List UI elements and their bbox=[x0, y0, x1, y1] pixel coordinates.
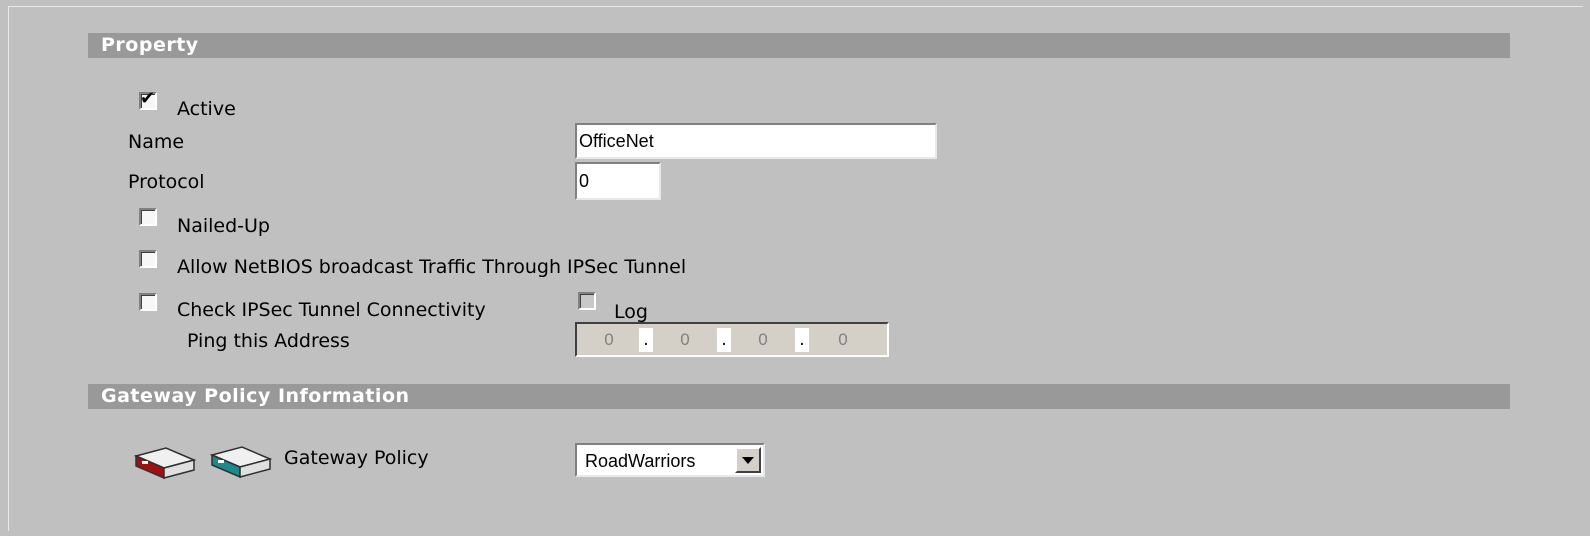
protocol-label: Protocol bbox=[128, 171, 205, 193]
gateway-policy-select[interactable]: RoadWarriors bbox=[575, 443, 765, 477]
ping-address-input[interactable]: 0 . 0 . 0 . 0 bbox=[575, 322, 889, 357]
protocol-input[interactable] bbox=[575, 162, 661, 200]
gateway-policy-selected-value: RoadWarriors bbox=[585, 451, 696, 471]
ping-address-label: Ping this Address bbox=[187, 330, 350, 352]
netbios-label: Allow NetBIOS broadcast Traffic Through … bbox=[177, 256, 687, 278]
router-red-icon bbox=[133, 447, 197, 480]
chevron-down-icon bbox=[742, 457, 754, 464]
connectivity-label: Check IPSec Tunnel Connectivity bbox=[177, 299, 486, 321]
ip-octet-4[interactable]: 0 bbox=[813, 328, 873, 352]
gateway-policy-label: Gateway Policy bbox=[284, 447, 429, 469]
property-section-header: Property bbox=[88, 33, 1510, 58]
netbios-checkbox[interactable] bbox=[139, 250, 157, 268]
ip-separator: . bbox=[795, 328, 809, 352]
log-label: Log bbox=[614, 301, 648, 323]
gateway-section-header: Gateway Policy Information bbox=[88, 384, 1510, 409]
log-checkbox[interactable] bbox=[578, 292, 596, 310]
ip-octet-2[interactable]: 0 bbox=[655, 328, 715, 352]
checkmark-icon: ✔ bbox=[140, 88, 156, 109]
ip-separator: . bbox=[639, 328, 653, 352]
active-label: Active bbox=[177, 98, 236, 120]
dropdown-button[interactable] bbox=[735, 447, 761, 473]
active-checkbox[interactable]: ✔ bbox=[139, 88, 157, 110]
connectivity-checkbox[interactable] bbox=[139, 293, 157, 311]
nailed-up-label: Nailed-Up bbox=[177, 215, 270, 237]
router-teal-icon bbox=[209, 446, 273, 479]
ip-separator: . bbox=[717, 328, 731, 352]
name-label: Name bbox=[128, 131, 185, 153]
ip-octet-1[interactable]: 0 bbox=[579, 328, 639, 352]
name-input[interactable] bbox=[575, 123, 937, 159]
nailed-up-checkbox[interactable] bbox=[139, 208, 157, 226]
ip-octet-3[interactable]: 0 bbox=[733, 328, 793, 352]
